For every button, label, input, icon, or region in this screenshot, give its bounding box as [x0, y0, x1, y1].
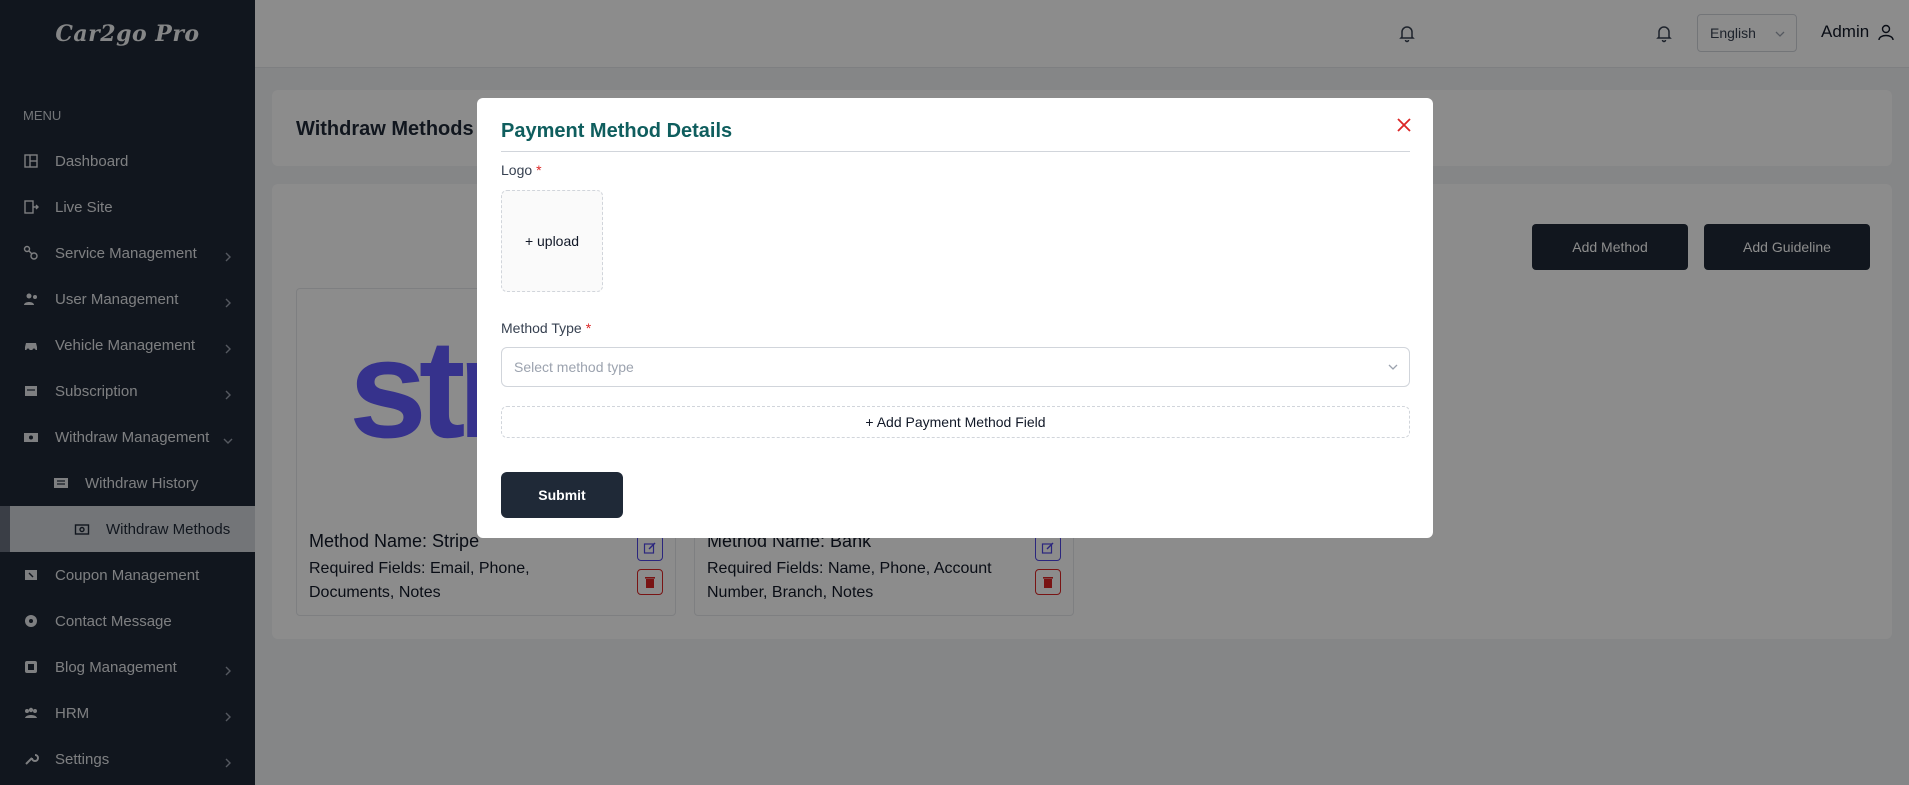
method-type-placeholder: Select method type	[514, 359, 634, 375]
required-mark: *	[536, 162, 542, 178]
payment-method-modal: Payment Method Details Logo * + upload Me…	[477, 98, 1433, 538]
method-type-label: Method Type *	[501, 320, 591, 336]
submit-button[interactable]: Submit	[501, 472, 623, 518]
method-type-select[interactable]: Select method type	[501, 347, 1410, 387]
modal-title: Payment Method Details	[501, 120, 733, 142]
method-type-label-text: Method Type	[501, 320, 582, 336]
modal-divider	[501, 151, 1410, 152]
required-mark: *	[585, 320, 592, 336]
add-payment-method-field-button[interactable]: + Add Payment Method Field	[501, 406, 1410, 438]
logo-label-text: Logo	[501, 162, 533, 178]
logo-label: Logo *	[501, 162, 542, 178]
add-field-label: + Add Payment Method Field	[865, 414, 1046, 430]
logo-upload[interactable]: + upload	[501, 190, 603, 292]
upload-label: + upload	[524, 233, 580, 249]
close-icon[interactable]	[1395, 116, 1413, 134]
chevron-down-icon	[1388, 364, 1398, 370]
